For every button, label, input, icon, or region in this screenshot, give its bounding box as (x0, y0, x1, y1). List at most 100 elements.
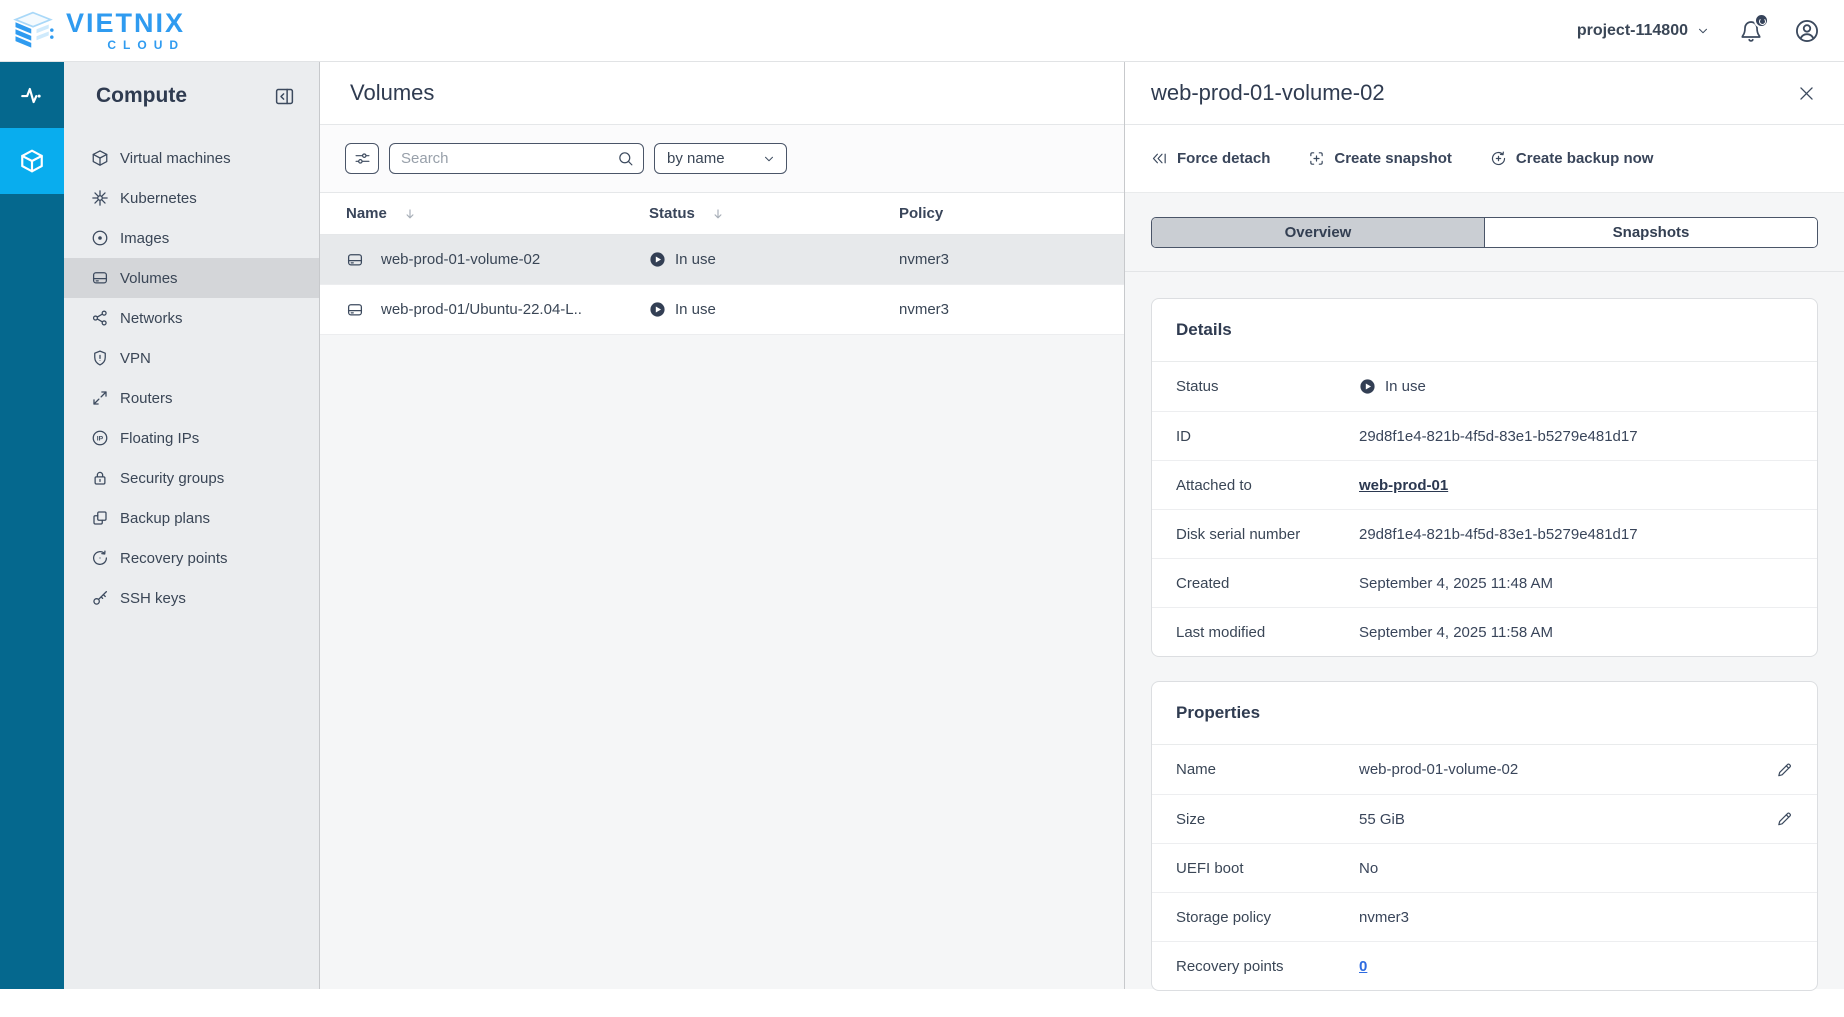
tab-label: Snapshots (1613, 224, 1690, 241)
sliders-icon (354, 150, 371, 167)
sort-by-select[interactable]: by name (654, 143, 787, 174)
detail-label: Attached to (1176, 477, 1359, 494)
sidebar-item-ssh-keys[interactable]: SSH keys (64, 578, 319, 618)
detail-label: Last modified (1176, 624, 1359, 641)
ip-circle-icon: IP (91, 429, 109, 447)
network-nodes-icon (91, 309, 109, 327)
sort-by-value: by name (667, 150, 725, 167)
detail-row-last-modified: Last modified September 4, 2025 11:58 AM (1152, 607, 1817, 656)
sidebar-item-label: Kubernetes (120, 190, 197, 207)
rail-item-compute[interactable] (0, 128, 64, 194)
filter-button[interactable] (345, 143, 379, 174)
volume-name: web-prod-01/Ubuntu-22.04-L.. (381, 301, 582, 318)
account-button[interactable] (1792, 16, 1822, 46)
property-label: Size (1176, 811, 1359, 828)
sidebar-item-vpn[interactable]: VPN (64, 338, 319, 378)
property-row-uefi-boot: UEFI boot No (1152, 843, 1817, 892)
sidebar-item-networks[interactable]: Networks (64, 298, 319, 338)
create-backup-now-button[interactable]: Create backup now (1490, 150, 1654, 167)
tab-snapshots[interactable]: Snapshots (1484, 218, 1817, 247)
sidebar-item-volumes[interactable]: Volumes (64, 258, 319, 298)
sidebar-item-virtual-machines[interactable]: Virtual machines (64, 138, 319, 178)
detail-value: September 4, 2025 11:58 AM (1359, 624, 1553, 641)
detail-row-attached-to: Attached to web-prod-01 (1152, 460, 1817, 509)
volume-policy: nvmer3 (899, 301, 949, 318)
topbar: VIETNIX CLOUD project-114800 (0, 0, 1844, 62)
search-input[interactable] (401, 150, 611, 167)
brand-name: VIETNIX (66, 10, 185, 37)
key-icon (91, 589, 109, 607)
column-header-status[interactable]: Status (649, 205, 695, 222)
attached-vm-link[interactable]: web-prod-01 (1359, 477, 1448, 494)
notification-badge (1754, 13, 1769, 28)
action-label: Create snapshot (1334, 150, 1452, 167)
search-box (389, 143, 644, 174)
sidebar-item-floating-ips[interactable]: IP Floating IPs (64, 418, 319, 458)
detail-label: Created (1176, 575, 1359, 592)
property-label: Recovery points (1176, 958, 1359, 975)
status-badge: In use (1385, 378, 1426, 395)
page-title: Volumes (350, 80, 434, 106)
project-selector[interactable]: project-114800 (1577, 22, 1710, 40)
edit-name-button[interactable] (1776, 761, 1793, 778)
hard-drive-icon (346, 301, 364, 319)
play-circle-icon (1359, 378, 1376, 395)
close-panel-button[interactable] (1792, 79, 1820, 107)
details-heading: Details (1152, 299, 1817, 362)
detail-row-disk-serial: Disk serial number 29d8f1e4-821b-4f5d-83… (1152, 509, 1817, 558)
panel-collapse-icon[interactable] (274, 86, 295, 107)
sidebar-item-routers[interactable]: Routers (64, 378, 319, 418)
create-snapshot-button[interactable]: Create snapshot (1308, 150, 1452, 167)
sidebar-item-label: VPN (120, 350, 151, 367)
backup-rotate-plus-icon (1490, 150, 1507, 167)
volume-detail-panel: web-prod-01-volume-02 Force detach Creat… (1124, 62, 1844, 989)
hard-drive-icon (346, 251, 364, 269)
property-row-size: Size 55 GiB (1152, 794, 1817, 843)
tab-label: Overview (1285, 224, 1352, 241)
action-label: Create backup now (1516, 150, 1654, 167)
cube-icon (91, 149, 109, 167)
force-detach-button[interactable]: Force detach (1151, 150, 1270, 167)
sidebar-item-label: Recovery points (120, 550, 228, 567)
sidebar-item-label: Virtual machines (120, 150, 231, 167)
tab-overview[interactable]: Overview (1152, 218, 1484, 247)
sidebar-item-kubernetes[interactable]: Kubernetes (64, 178, 319, 218)
chevron-down-icon (1696, 24, 1710, 38)
arrow-down-icon[interactable] (711, 207, 725, 221)
app-rail (0, 62, 64, 989)
sidebar-item-label: Volumes (120, 270, 178, 287)
detail-label: Status (1176, 378, 1359, 395)
sidebar-item-images[interactable]: Images (64, 218, 319, 258)
action-label: Force detach (1177, 150, 1270, 167)
shield-icon (91, 349, 109, 367)
detail-row-created: Created September 4, 2025 11:48 AM (1152, 558, 1817, 607)
property-value: 55 GiB (1359, 811, 1405, 828)
panel-action-bar: Force detach Create snapshot Create back… (1125, 125, 1844, 193)
detail-row-status: Status In use (1152, 362, 1817, 411)
column-header-name[interactable]: Name (346, 205, 387, 222)
sidebar-item-label: Backup plans (120, 510, 210, 527)
app-body: Compute Virtual machines (0, 62, 1844, 989)
sidebar-item-backup-plans[interactable]: Backup plans (64, 498, 319, 538)
project-selector-label: project-114800 (1577, 22, 1688, 40)
brand-sub: CLOUD (66, 39, 185, 51)
arrow-down-icon[interactable] (403, 207, 417, 221)
notifications-button[interactable] (1736, 16, 1766, 46)
property-value: web-prod-01-volume-02 (1359, 761, 1518, 778)
property-label: UEFI boot (1176, 860, 1359, 877)
sidebar-item-security-groups[interactable]: Security groups (64, 458, 319, 498)
play-circle-icon (649, 301, 666, 318)
restore-arrow-icon (91, 549, 109, 567)
chevron-down-icon (762, 152, 776, 166)
disc-icon (91, 229, 109, 247)
panel-title: web-prod-01-volume-02 (1151, 80, 1385, 106)
sidebar-item-recovery-points[interactable]: Recovery points (64, 538, 319, 578)
recovery-points-link[interactable]: 0 (1359, 958, 1367, 975)
edit-size-button[interactable] (1776, 811, 1793, 828)
volume-name: web-prod-01-volume-02 (381, 251, 540, 268)
volume-policy: nvmer3 (899, 251, 949, 268)
property-value: nvmer3 (1359, 909, 1409, 926)
detail-label: ID (1176, 428, 1359, 445)
rail-item-monitoring[interactable] (0, 62, 64, 128)
column-header-policy[interactable]: Policy (899, 205, 943, 222)
